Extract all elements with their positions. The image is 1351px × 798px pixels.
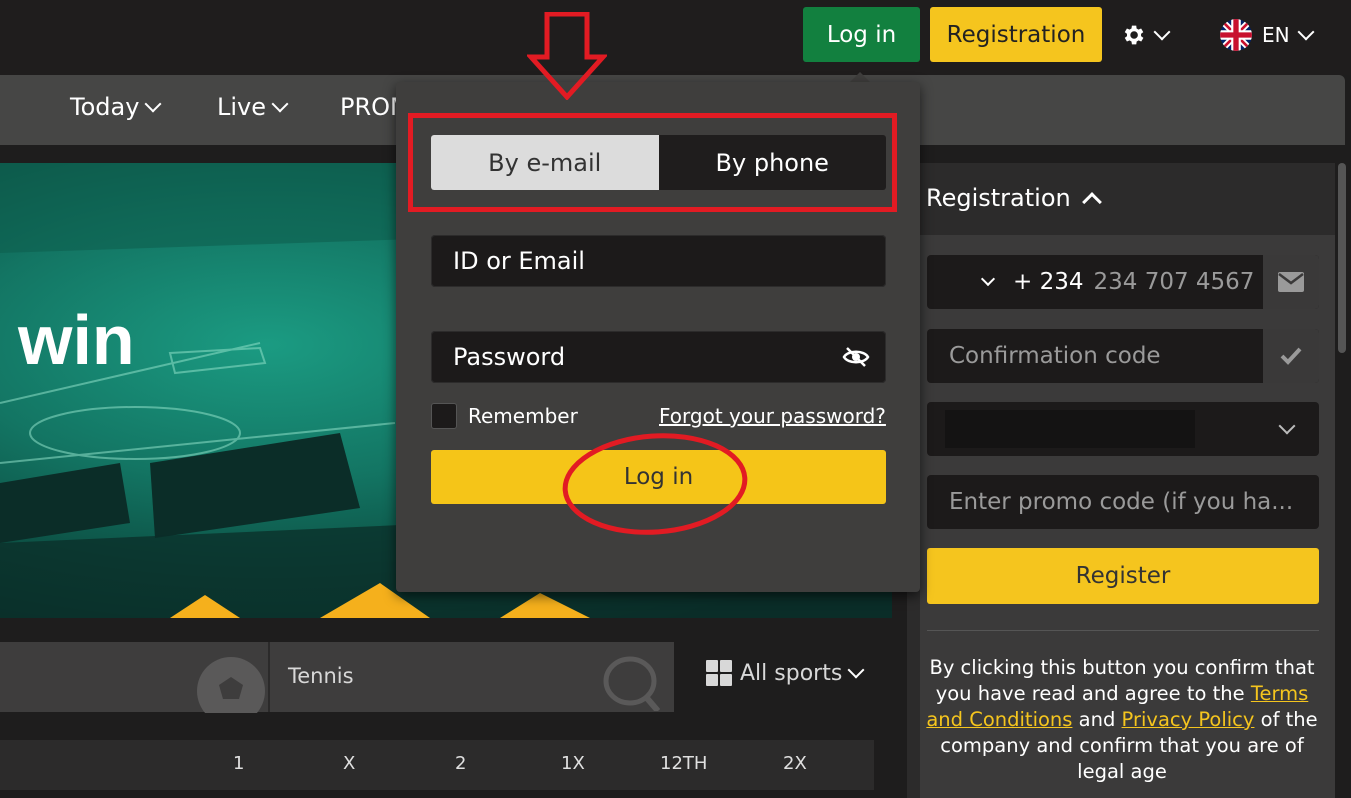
remember-checkbox[interactable] — [431, 403, 457, 429]
phone-field[interactable]: + 234 234 707 4567 — [927, 255, 1319, 309]
nav-item-live[interactable]: Live — [217, 93, 289, 121]
odds-column-header[interactable]: 12TH — [660, 753, 707, 774]
annotation-arrow-down-icon — [527, 12, 607, 100]
nav-item-today[interactable]: Today — [70, 93, 162, 121]
scrollbar[interactable] — [1338, 163, 1346, 353]
football-icon — [197, 657, 265, 713]
chevron-down-icon — [271, 95, 289, 113]
redacted-value — [945, 410, 1195, 448]
all-sports-label: All sports — [740, 660, 843, 686]
disclaimer-text: and — [1078, 708, 1116, 731]
phone-placeholder: 234 707 4567 — [1093, 269, 1255, 295]
registration-button[interactable]: Registration — [930, 7, 1102, 62]
language-label: EN — [1262, 23, 1290, 47]
password-input[interactable]: Password — [431, 331, 886, 383]
confirm-code-button[interactable] — [1263, 329, 1319, 383]
password-placeholder: Password — [453, 343, 566, 371]
registration-toggle[interactable]: Registration — [926, 184, 1102, 212]
phone-prefix: + 234 — [1013, 269, 1084, 295]
nav-item-label: Live — [217, 93, 267, 121]
language-selector[interactable]: EN — [1220, 18, 1330, 52]
country-chevron-icon[interactable] — [980, 271, 996, 287]
register-button[interactable]: Register — [927, 548, 1319, 604]
settings-menu[interactable] — [1120, 18, 1180, 52]
divider — [268, 642, 270, 712]
chevron-down-icon — [144, 95, 162, 113]
odds-column-header: 1X — [561, 753, 585, 774]
eye-slash-icon[interactable] — [842, 346, 870, 368]
registration-disclaimer: By clicking this button you confirm that… — [922, 655, 1322, 785]
checkmark-icon — [1280, 347, 1302, 365]
uk-flag-icon — [1220, 19, 1252, 51]
id-placeholder: ID or Email — [453, 247, 585, 275]
odds-column-header: 1 — [233, 753, 245, 774]
annotation-circle — [562, 433, 748, 535]
privacy-policy-link[interactable]: Privacy Policy — [1122, 708, 1255, 731]
promo-code-field[interactable]: Enter promo code (if you ha... — [927, 475, 1319, 529]
login-button[interactable]: Log in — [803, 7, 920, 62]
odds-header-row — [0, 740, 874, 790]
odds-column-header: 2X — [783, 753, 807, 774]
currency-select[interactable] — [927, 402, 1319, 456]
promo-placeholder: Enter promo code (if you ha... — [949, 489, 1294, 515]
confirmation-code-field[interactable]: Confirmation code — [927, 329, 1319, 383]
switch-to-email-button[interactable] — [1263, 255, 1319, 309]
confirmation-placeholder: Confirmation code — [949, 343, 1161, 369]
nav-item-label: Today — [70, 93, 140, 121]
dropdown-caret — [850, 72, 870, 82]
chevron-down-icon — [1297, 23, 1315, 41]
chevron-down-icon — [847, 661, 865, 679]
gear-icon — [1124, 25, 1144, 45]
annotation-highlight-box — [408, 113, 897, 212]
id-or-email-input[interactable]: ID or Email — [431, 235, 886, 287]
forgot-password-link[interactable]: Forgot your password? — [659, 404, 886, 428]
registration-title: Registration — [926, 184, 1071, 212]
chevron-down-icon — [1153, 23, 1171, 41]
sport-tab-tennis[interactable]: Tennis — [288, 664, 354, 688]
all-sports-button[interactable]: All sports — [706, 660, 865, 686]
grid-icon — [706, 660, 732, 686]
chevron-up-icon — [1081, 192, 1102, 212]
remember-label[interactable]: Remember — [468, 404, 578, 428]
chevron-down-icon — [1278, 417, 1296, 435]
envelope-icon — [1278, 272, 1304, 292]
divider — [927, 630, 1319, 631]
tennis-racket-icon — [603, 656, 660, 711]
banner-headline: win — [18, 301, 135, 379]
odds-column-header: 2 — [455, 753, 467, 774]
odds-column-header[interactable]: X — [343, 753, 355, 774]
